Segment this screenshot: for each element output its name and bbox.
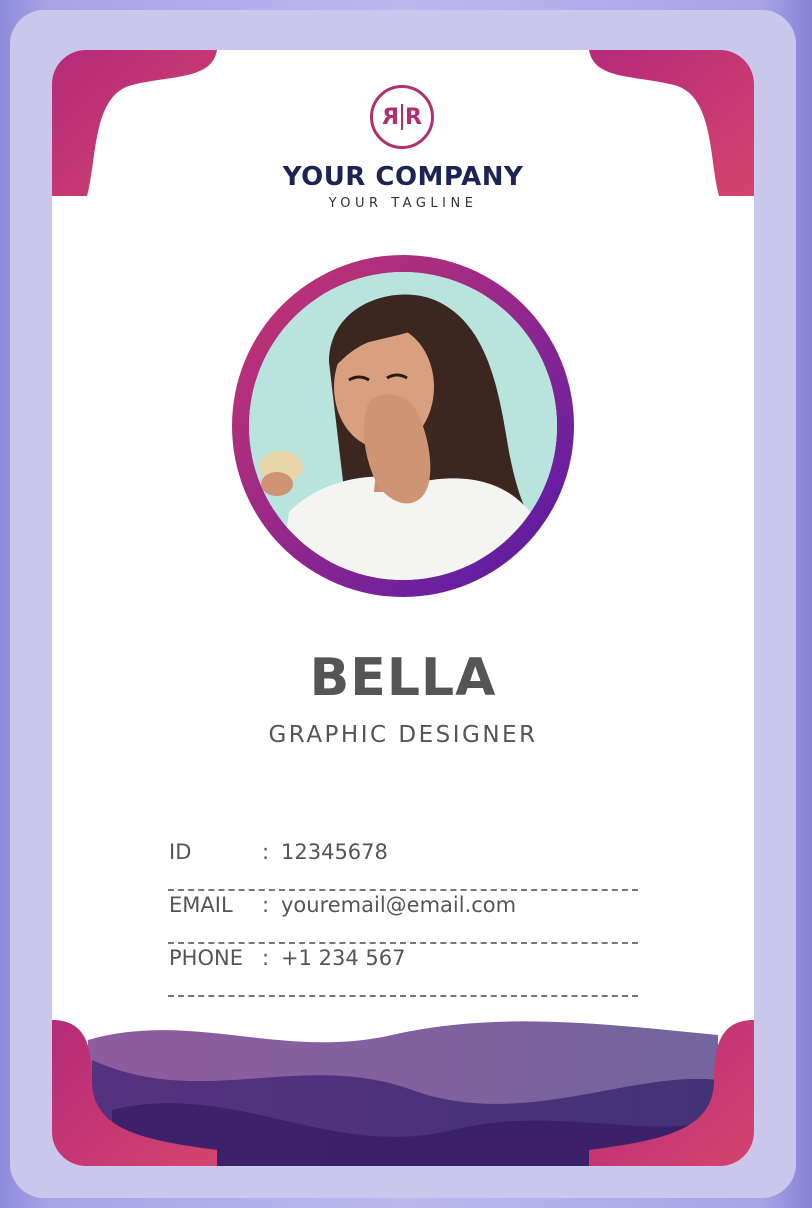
food-hand xyxy=(261,472,293,496)
details-list: ID : 12345678 EMAIL : youremail@email.co… xyxy=(168,838,638,997)
profile-photo xyxy=(249,272,557,580)
detail-label: ID xyxy=(169,840,192,864)
detail-separator: : xyxy=(262,893,270,917)
detail-value: 12345678 xyxy=(281,840,388,864)
detail-separator: : xyxy=(262,840,270,864)
company-name: YOUR COMPANY xyxy=(282,162,524,192)
logo-letter-mirrored: R xyxy=(382,104,399,130)
detail-separator: : xyxy=(262,946,270,970)
detail-label: PHONE xyxy=(169,946,243,970)
detail-row-phone: PHONE : +1 234 567 xyxy=(168,944,638,997)
logo-divider xyxy=(401,104,403,130)
id-card: RR YOUR COMPANY YOUR TAGLINE BELLA GRAPH… xyxy=(52,50,754,1166)
company-logo-icon: RR xyxy=(370,85,434,149)
profile-photo-frame xyxy=(232,255,574,597)
detail-row-email: EMAIL : youremail@email.com xyxy=(168,891,638,944)
company-tagline: YOUR TAGLINE xyxy=(328,196,478,211)
detail-value: youremail@email.com xyxy=(281,893,517,917)
detail-label: EMAIL xyxy=(169,893,233,917)
card-decoration xyxy=(52,50,754,1166)
logo-letter: R xyxy=(405,104,422,130)
detail-row-id: ID : 12345678 xyxy=(168,838,638,891)
profile-photo-illustration xyxy=(249,272,557,580)
person-title: GRAPHIC DESIGNER xyxy=(268,722,538,748)
detail-value: +1 234 567 xyxy=(281,946,406,970)
person-name: BELLA xyxy=(309,648,497,708)
